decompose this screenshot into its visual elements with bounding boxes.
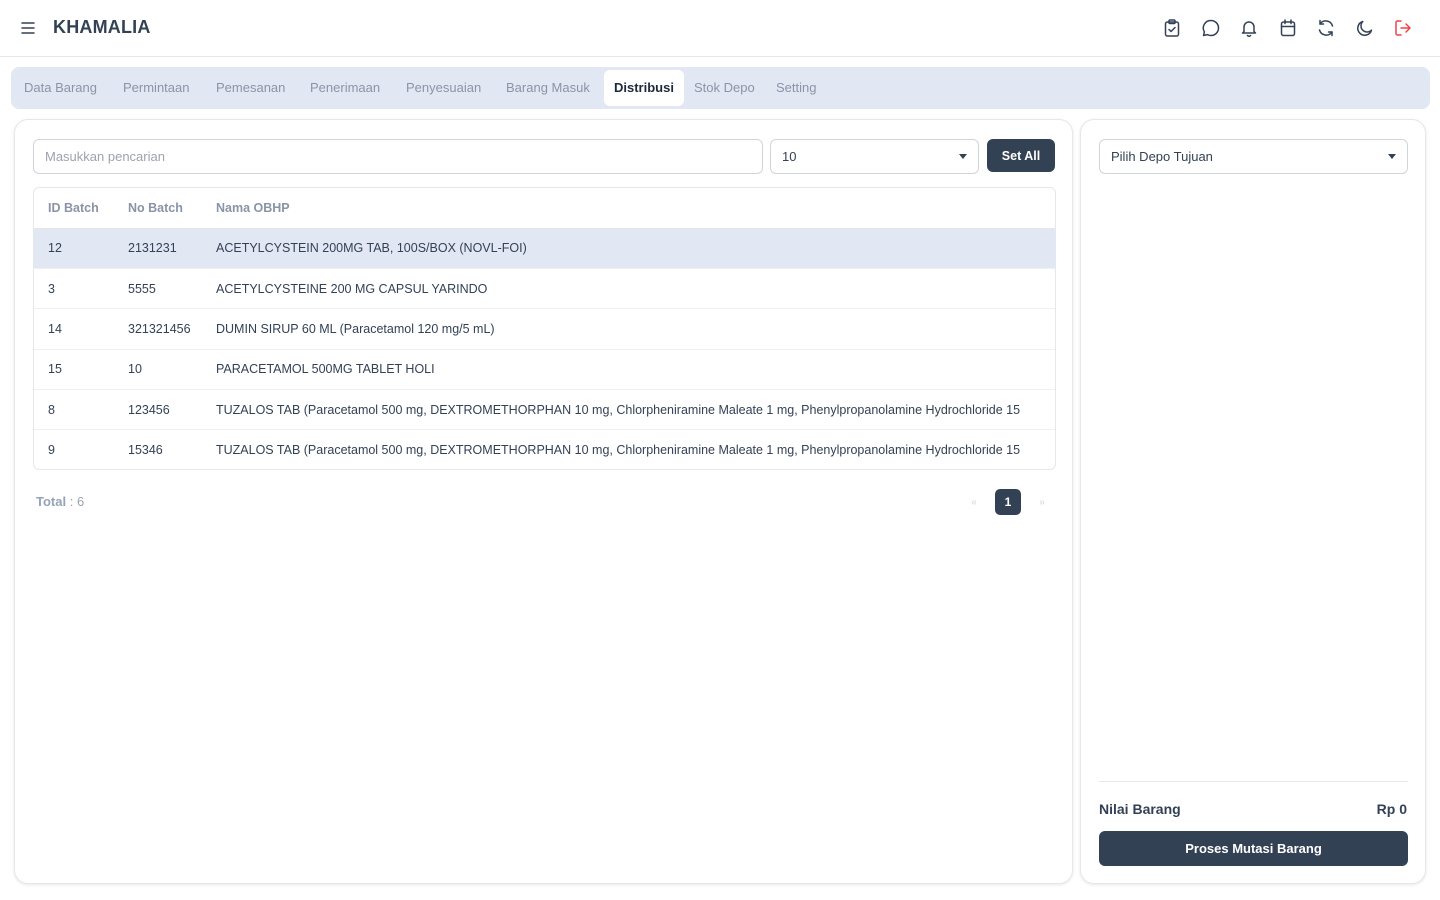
- cell-no-batch: 10: [114, 349, 202, 391]
- pagination-next[interactable]: »: [1033, 497, 1051, 508]
- top-bar: KHAMALIA: [0, 0, 1440, 57]
- logout-icon[interactable]: [1393, 17, 1413, 39]
- table-row[interactable]: 12 2131231 ACETYLCYSTEIN 200MG TAB, 100S…: [34, 228, 1055, 269]
- batch-list-panel: 10 Set All ID Batch No Batch Nama OBHP 1…: [14, 119, 1073, 884]
- app-brand: KHAMALIA: [53, 17, 151, 37]
- tab-stok-depo[interactable]: Stok Depo: [684, 70, 765, 106]
- total-value: : 6: [69, 494, 85, 509]
- hamburger-menu-icon[interactable]: [18, 18, 38, 38]
- clipboard-check-icon[interactable]: [1162, 17, 1182, 39]
- table-row[interactable]: 3 5555 ACETYLCYSTEINE 200 MG CAPSUL YARI…: [34, 268, 1055, 310]
- cell-nama-obhp: DUMIN SIRUP 60 ML (Paracetamol 120 mg/5 …: [202, 308, 1055, 350]
- cell-nama-obhp: TUZALOS TAB (Paracetamol 500 mg, DEXTROM…: [202, 389, 1055, 431]
- per-page-select[interactable]: 10: [770, 139, 979, 174]
- per-page-value: 10: [782, 149, 797, 164]
- tab-pemesanan[interactable]: Pemesanan: [206, 70, 295, 106]
- table-header-row: ID Batch No Batch Nama OBHP: [34, 188, 1055, 229]
- proses-mutasi-button[interactable]: Proses Mutasi Barang: [1099, 831, 1408, 866]
- search-input[interactable]: [33, 139, 763, 174]
- set-all-button[interactable]: Set All: [987, 139, 1055, 172]
- nilai-barang-value: Rp 0: [1376, 801, 1407, 817]
- cell-nama-obhp: ACETYLCYSTEIN 200MG TAB, 100S/BOX (NOVL-…: [202, 228, 1055, 269]
- cell-id-batch: 8: [34, 389, 114, 431]
- cell-id-batch: 12: [34, 228, 114, 269]
- nilai-barang-label: Nilai Barang: [1099, 801, 1181, 817]
- table-row[interactable]: 8 123456 TUZALOS TAB (Paracetamol 500 mg…: [34, 389, 1055, 431]
- table-row[interactable]: 14 321321456 DUMIN SIRUP 60 ML (Paraceta…: [34, 308, 1055, 350]
- caret-down-icon: [959, 154, 967, 159]
- mutation-panel: Pilih Depo Tujuan Nilai Barang Rp 0 Pros…: [1080, 119, 1426, 884]
- cell-nama-obhp: ACETYLCYSTEINE 200 MG CAPSUL YARINDO: [202, 268, 1055, 310]
- pagination-page-1[interactable]: 1: [995, 489, 1021, 515]
- cell-nama-obhp: PARACETAMOL 500MG TABLET HOLI: [202, 349, 1055, 391]
- cell-no-batch: 2131231: [114, 228, 202, 269]
- module-tabs: Data Barang Permintaan Pemesanan Penerim…: [11, 67, 1430, 109]
- bell-icon[interactable]: [1239, 17, 1259, 39]
- chat-icon[interactable]: [1201, 17, 1221, 39]
- table-row[interactable]: 9 15346 TUZALOS TAB (Paracetamol 500 mg,…: [34, 430, 1055, 469]
- calendar-icon[interactable]: [1278, 17, 1298, 39]
- pagination: « 1 »: [965, 489, 1051, 515]
- cell-id-batch: 3: [34, 268, 114, 310]
- cell-no-batch: 5555: [114, 268, 202, 310]
- tab-setting[interactable]: Setting: [766, 70, 826, 106]
- cell-no-batch: 321321456: [114, 308, 202, 350]
- tab-distribusi[interactable]: Distribusi: [604, 70, 684, 106]
- top-icons: [1162, 17, 1413, 39]
- column-header-nama-obhp[interactable]: Nama OBHP: [202, 188, 1055, 229]
- pagination-prev[interactable]: «: [965, 497, 983, 508]
- cell-id-batch: 14: [34, 308, 114, 350]
- total-label: Total: [36, 494, 67, 509]
- tab-data-barang[interactable]: Data Barang: [14, 70, 107, 106]
- cell-nama-obhp: TUZALOS TAB (Paracetamol 500 mg, DEXTROM…: [216, 443, 1021, 458]
- caret-down-icon: [1388, 154, 1396, 159]
- moon-icon[interactable]: [1355, 17, 1375, 39]
- total-count: Total : 6: [36, 494, 84, 509]
- depo-tujuan-placeholder: Pilih Depo Tujuan: [1111, 149, 1213, 164]
- cell-no-batch: 15346: [128, 443, 163, 458]
- divider: [1099, 781, 1408, 782]
- batch-table: ID Batch No Batch Nama OBHP 12 2131231 A…: [33, 187, 1056, 470]
- column-header-no-batch[interactable]: No Batch: [114, 188, 202, 229]
- tab-permintaan[interactable]: Permintaan: [113, 70, 199, 106]
- tab-barang-masuk[interactable]: Barang Masuk: [496, 70, 600, 106]
- table-row[interactable]: 15 10 PARACETAMOL 500MG TABLET HOLI: [34, 349, 1055, 391]
- cell-no-batch: 123456: [114, 389, 202, 431]
- column-header-id-batch[interactable]: ID Batch: [34, 188, 114, 229]
- tab-penerimaan[interactable]: Penerimaan: [300, 70, 390, 106]
- refresh-icon[interactable]: [1316, 17, 1336, 39]
- depo-tujuan-select[interactable]: Pilih Depo Tujuan: [1099, 139, 1408, 174]
- tab-penyesuaian[interactable]: Penyesuaian: [396, 70, 491, 106]
- cell-id-batch: 9: [48, 443, 55, 458]
- cell-id-batch: 15: [34, 349, 114, 391]
